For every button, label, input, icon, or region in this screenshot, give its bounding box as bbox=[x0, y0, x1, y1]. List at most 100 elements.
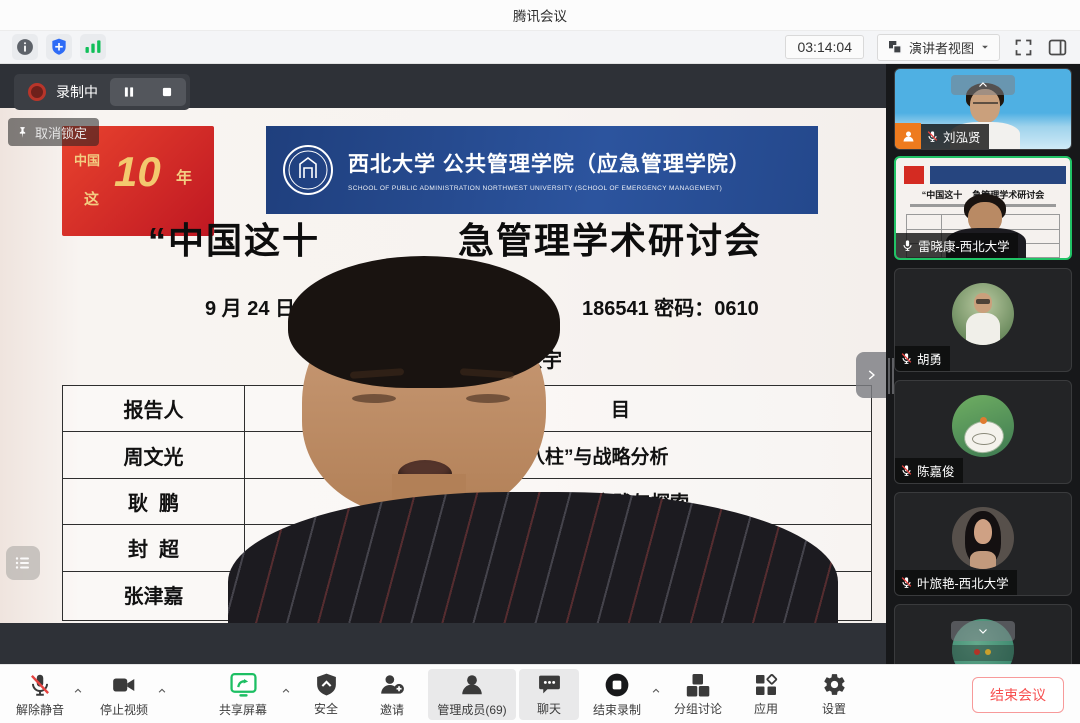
university-name-en: SCHOOL OF PUBLIC ADMINISTRATION NORTHWES… bbox=[348, 185, 751, 192]
app-title: 腾讯会议 bbox=[513, 5, 567, 25]
collapse-sidebar-tab[interactable] bbox=[856, 352, 886, 398]
university-emblem-icon bbox=[280, 142, 336, 198]
chat-button[interactable]: 聊天 bbox=[519, 669, 579, 720]
shield-plus-icon bbox=[49, 37, 69, 57]
share-screen-icon bbox=[230, 672, 257, 698]
avatar bbox=[952, 395, 1014, 457]
meeting-info-button[interactable] bbox=[12, 34, 38, 60]
chevron-up-icon bbox=[72, 686, 84, 696]
end-recording-button[interactable]: 结束录制 bbox=[588, 669, 646, 720]
participants-sidebar: 刘泓贤 “中国这十 急管理学术研讨会 雷晓康-西北大学 bbox=[886, 64, 1080, 664]
mic-on-icon bbox=[901, 239, 914, 252]
slide-meeting-no-fragment: 186541 密码：0610 bbox=[582, 292, 759, 321]
top-toolbar: 03:14:04 演讲者视图 bbox=[0, 30, 1080, 64]
record-dot-icon bbox=[28, 83, 46, 101]
list-icon bbox=[14, 554, 32, 572]
apps-grid-icon bbox=[754, 673, 778, 697]
unpin-label: 取消锁定 bbox=[35, 123, 87, 142]
bottom-toolbar: 解除静音 停止视频 共享屏幕 安全 邀请 管理成员(69) bbox=[0, 664, 1080, 723]
fullscreen-icon bbox=[1013, 37, 1034, 58]
side-panel-toggle-button[interactable] bbox=[1047, 37, 1068, 58]
mic-muted-icon bbox=[926, 130, 939, 143]
unmute-button[interactable]: 解除静音 bbox=[12, 669, 68, 720]
video-options-caret[interactable] bbox=[156, 683, 168, 701]
breakout-rooms-button[interactable]: 分组讨论 bbox=[666, 669, 730, 720]
stop-video-button[interactable]: 停止视频 bbox=[96, 669, 152, 720]
chevron-right-icon bbox=[864, 368, 878, 382]
participant-tile-2-active[interactable]: “中国这十 急管理学术研讨会 雷晓康-西北大学 bbox=[894, 156, 1072, 260]
meeting-timer: 03:14:04 bbox=[785, 35, 864, 59]
invite-person-icon bbox=[379, 672, 405, 698]
apps-button[interactable]: 应用 bbox=[740, 669, 792, 720]
info-icon bbox=[15, 37, 35, 57]
floating-list-button[interactable] bbox=[6, 546, 40, 580]
person-icon bbox=[459, 672, 485, 698]
side-panel-icon bbox=[1047, 37, 1068, 58]
participant-name-label: 陈嘉俊 bbox=[895, 458, 963, 483]
participant-tile-5[interactable]: 叶旅艳-西北大学 bbox=[894, 492, 1072, 596]
mic-options-caret[interactable] bbox=[72, 683, 84, 701]
chevron-down-icon bbox=[980, 42, 990, 52]
participant-tile-3[interactable]: 胡勇 bbox=[894, 268, 1072, 372]
sunglasses bbox=[976, 299, 990, 304]
recording-status-pill: 录制中 bbox=[14, 74, 190, 110]
person-icon bbox=[901, 129, 916, 144]
avatar bbox=[952, 507, 1014, 569]
unpin-video-button[interactable]: 取消锁定 bbox=[8, 118, 99, 146]
camera-icon bbox=[111, 672, 137, 698]
slide-title-left: “中国这十 bbox=[148, 212, 320, 264]
role-badge bbox=[895, 123, 921, 149]
scroll-up-button[interactable] bbox=[951, 75, 1015, 95]
manage-members-button[interactable]: 管理成员(69) bbox=[428, 669, 516, 720]
slide-title: “中国这十 急管理学术研讨会 bbox=[0, 212, 886, 256]
share-options-caret[interactable] bbox=[280, 683, 292, 701]
participant-tile-6[interactable] bbox=[894, 604, 1072, 664]
recording-status-label: 录制中 bbox=[56, 82, 98, 102]
participant-name-label: 刘泓贤 bbox=[921, 124, 989, 149]
mic-muted-icon bbox=[900, 464, 913, 477]
pin-icon bbox=[16, 126, 29, 139]
view-mode-selector[interactable]: 演讲者视图 bbox=[877, 34, 1000, 61]
chevron-down-icon bbox=[975, 625, 991, 637]
scroll-down-button[interactable] bbox=[951, 621, 1015, 641]
participant-name-label: 叶旅艳-西北大学 bbox=[895, 570, 1017, 595]
invite-button[interactable]: 邀请 bbox=[366, 669, 418, 720]
view-mode-label: 演讲者视图 bbox=[909, 38, 974, 57]
settings-button[interactable]: 设置 bbox=[808, 669, 860, 720]
mic-muted-icon bbox=[900, 576, 913, 589]
speaker-view-icon bbox=[887, 39, 903, 55]
slide-title-right: 急管理学术研讨会 bbox=[458, 212, 762, 264]
recording-options-caret[interactable] bbox=[650, 683, 662, 701]
end-meeting-button[interactable]: 结束会议 bbox=[972, 677, 1064, 713]
chevron-up-icon bbox=[156, 686, 168, 696]
top-toolbar-right: 03:14:04 演讲者视图 bbox=[785, 34, 1068, 61]
network-signal-button[interactable] bbox=[80, 34, 106, 60]
security-shield-icon bbox=[314, 672, 339, 697]
breakout-blocks-icon bbox=[686, 673, 710, 697]
security-button[interactable]: 安全 bbox=[300, 669, 352, 720]
mic-muted-icon bbox=[900, 352, 913, 365]
participant-name-label: 雷晓康-西北大学 bbox=[896, 233, 1018, 258]
tencent-meeting-window: 腾讯会议 03:14:04 演讲者视图 bbox=[0, 0, 1080, 723]
slide-date-fragment: 9 月 24 日 bbox=[205, 292, 295, 321]
stop-icon bbox=[160, 85, 174, 99]
avatar bbox=[952, 283, 1014, 345]
signal-bars-icon bbox=[83, 37, 103, 57]
participant-tile-4[interactable]: 陈嘉俊 bbox=[894, 380, 1072, 484]
window-title-bar: 腾讯会议 bbox=[0, 0, 1080, 30]
gear-icon bbox=[822, 672, 847, 697]
chat-bubble-icon bbox=[537, 672, 562, 697]
pause-recording-button[interactable] bbox=[110, 78, 148, 106]
mic-muted-icon bbox=[27, 672, 53, 698]
participant-tile-1[interactable]: 刘泓贤 bbox=[894, 68, 1072, 150]
stop-recording-button[interactable] bbox=[148, 78, 186, 106]
glasses bbox=[973, 102, 998, 111]
university-name-cn: 西北大学 公共管理学院（应急管理学院） bbox=[348, 148, 751, 178]
fullscreen-button[interactable] bbox=[1013, 37, 1034, 58]
share-screen-button[interactable]: 共享屏幕 bbox=[207, 669, 279, 720]
stop-record-icon bbox=[604, 672, 630, 698]
security-status-button[interactable] bbox=[46, 34, 72, 60]
chevron-up-icon bbox=[650, 686, 662, 696]
main-video-stage: 中国 这 10 年 西北大学 公共管理学院（应急管理学院） SCHOOL OF … bbox=[0, 64, 886, 664]
pause-icon bbox=[122, 85, 136, 99]
